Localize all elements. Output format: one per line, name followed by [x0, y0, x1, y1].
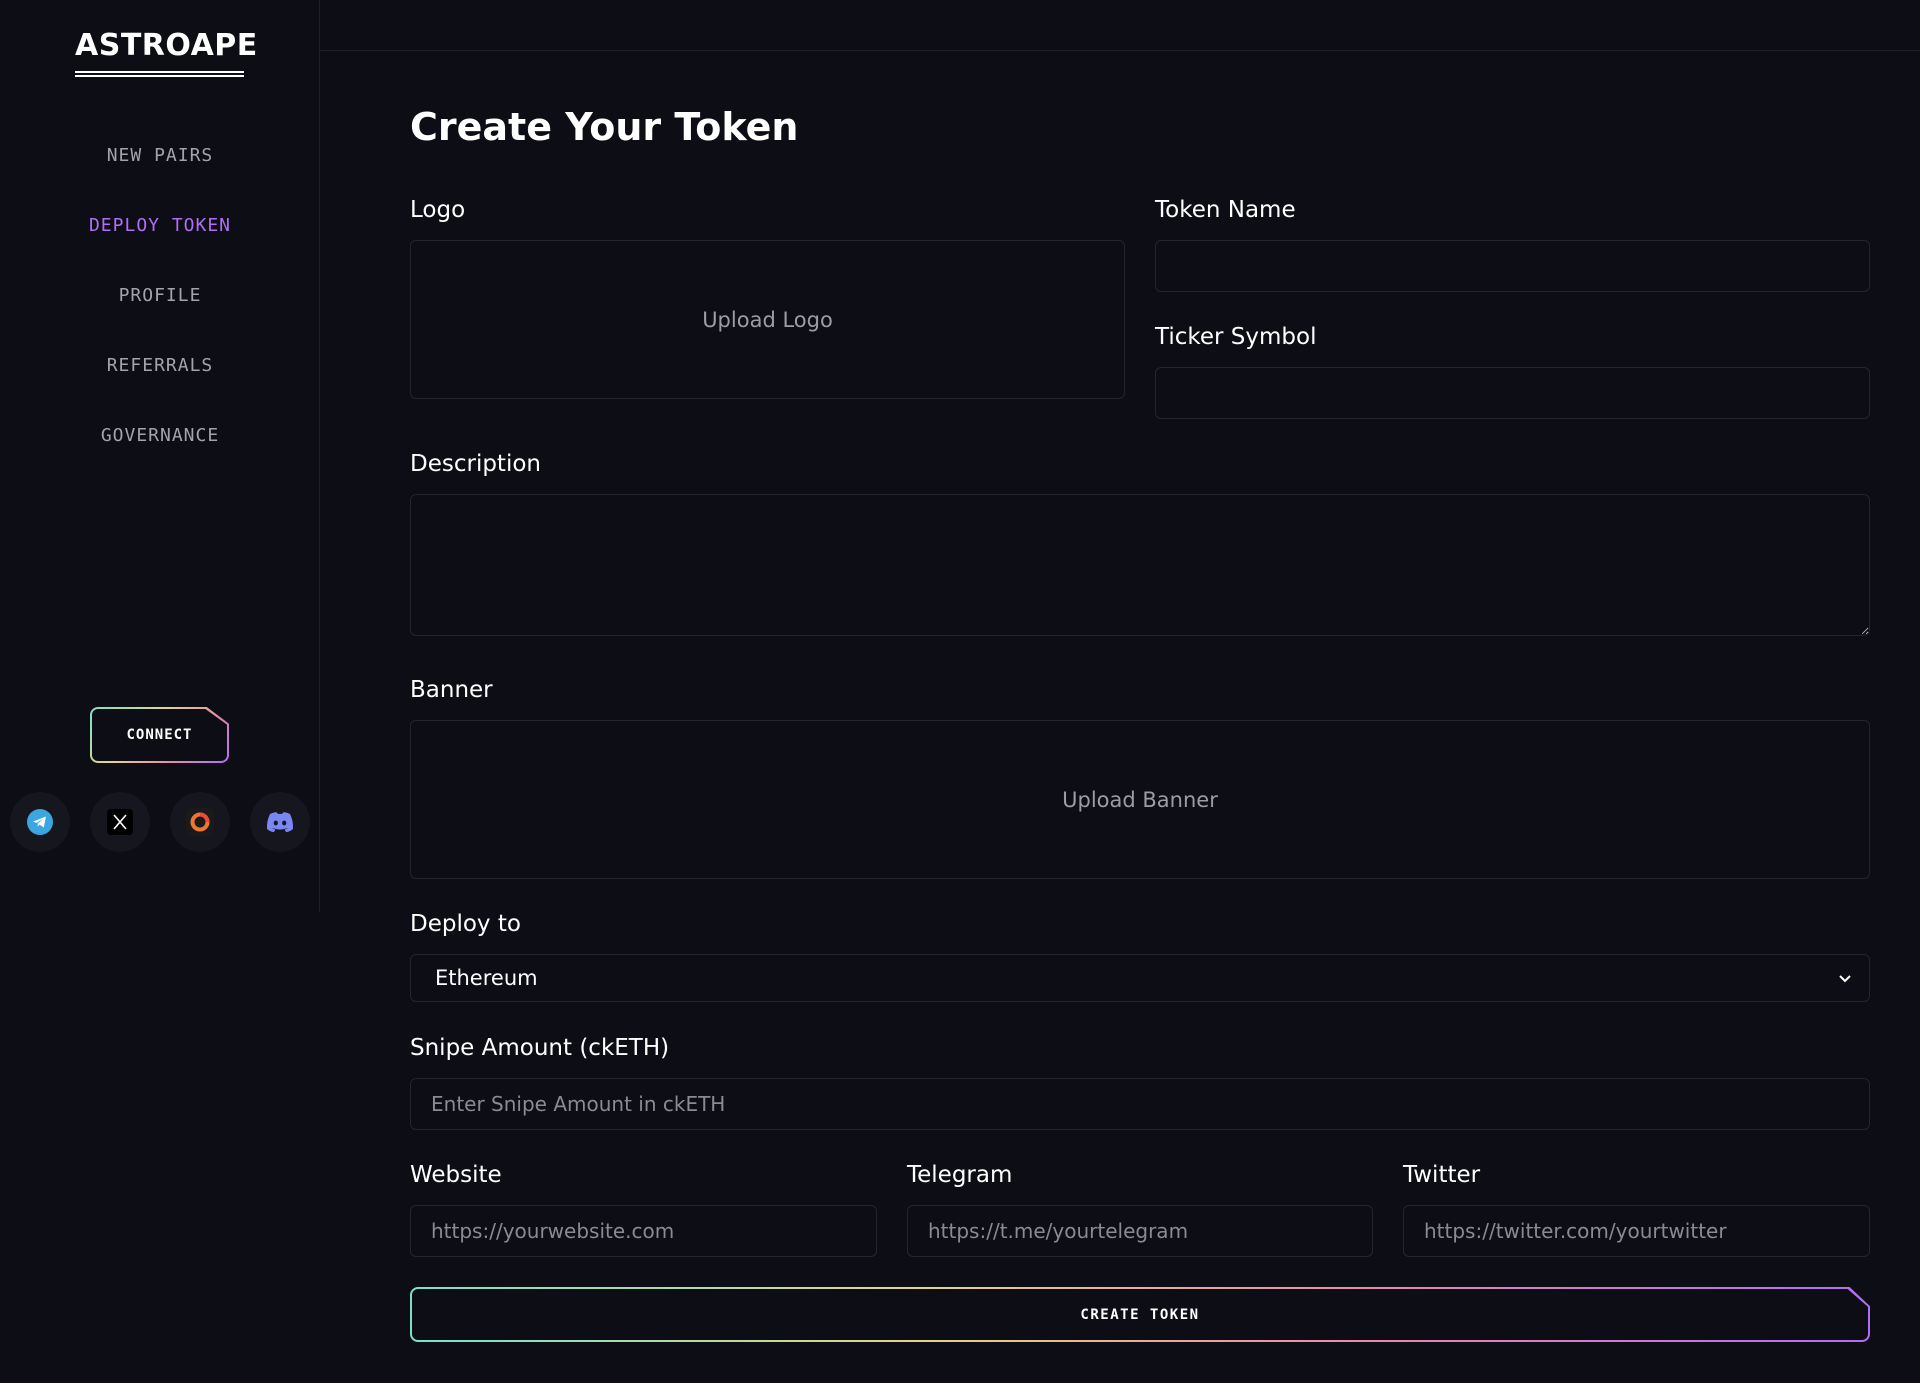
nav-item-profile[interactable]: PROFILE	[0, 260, 320, 330]
logo-upload-text: Upload Logo	[702, 307, 833, 332]
nav-item-referrals[interactable]: REFERRALS	[0, 330, 320, 400]
sidebar: ASTROAPE NEW PAIRS DEPLOY TOKEN PROFILE …	[0, 0, 320, 912]
nav-item-governance[interactable]: GOVERNANCE	[0, 400, 320, 470]
brand-logo[interactable]: ASTROAPE	[75, 28, 257, 77]
description-label: Description	[410, 451, 541, 477]
nav-item-deploy-token[interactable]: DEPLOY TOKEN	[0, 190, 320, 260]
banner-label: Banner	[410, 677, 493, 703]
ring-icon	[186, 808, 214, 836]
connect-button[interactable]: CONNECT	[92, 709, 227, 761]
website-input[interactable]	[410, 1205, 877, 1257]
logo-upload[interactable]: Upload Logo	[410, 240, 1125, 399]
discord-link[interactable]	[250, 792, 310, 852]
snipe-amount-label: Snipe Amount (ckETH)	[410, 1035, 670, 1061]
token-name-input[interactable]	[1155, 240, 1870, 292]
telegram-link[interactable]	[10, 792, 70, 852]
ticker-symbol-input[interactable]	[1155, 367, 1870, 419]
twitter-input[interactable]	[1403, 1205, 1870, 1257]
telegram-input[interactable]	[907, 1205, 1373, 1257]
social-links	[10, 792, 310, 852]
banner-upload-text: Upload Banner	[1062, 787, 1218, 812]
token-name-label: Token Name	[1155, 197, 1296, 223]
ticker-symbol-label: Ticker Symbol	[1155, 324, 1317, 350]
header-divider	[320, 50, 1920, 51]
discord-icon	[266, 812, 294, 832]
logo-label: Logo	[410, 197, 466, 223]
banner-upload[interactable]: Upload Banner	[410, 720, 1870, 879]
snipe-amount-input[interactable]	[410, 1078, 1870, 1130]
website-label: Website	[410, 1162, 502, 1188]
page-title: Create Your Token	[410, 105, 799, 149]
telegram-label: Telegram	[907, 1162, 1013, 1188]
sidebar-nav: NEW PAIRS DEPLOY TOKEN PROFILE REFERRALS…	[0, 120, 320, 470]
telegram-icon	[27, 809, 53, 835]
ring-link[interactable]	[170, 792, 230, 852]
x-icon	[107, 809, 133, 835]
connect-button-border: CONNECT	[90, 707, 229, 763]
chevron-down-icon	[1839, 975, 1851, 983]
create-token-button-border: CREATE TOKEN	[410, 1287, 1870, 1342]
deploy-to-selected-value: Ethereum	[435, 966, 538, 990]
x-link[interactable]	[90, 792, 150, 852]
twitter-label: Twitter	[1403, 1162, 1481, 1188]
create-token-button[interactable]: CREATE TOKEN	[412, 1289, 1868, 1340]
description-textarea[interactable]	[410, 494, 1870, 636]
deploy-to-label: Deploy to	[410, 911, 521, 937]
deploy-to-select[interactable]: Ethereum	[410, 954, 1870, 1002]
nav-item-new-pairs[interactable]: NEW PAIRS	[0, 120, 320, 190]
